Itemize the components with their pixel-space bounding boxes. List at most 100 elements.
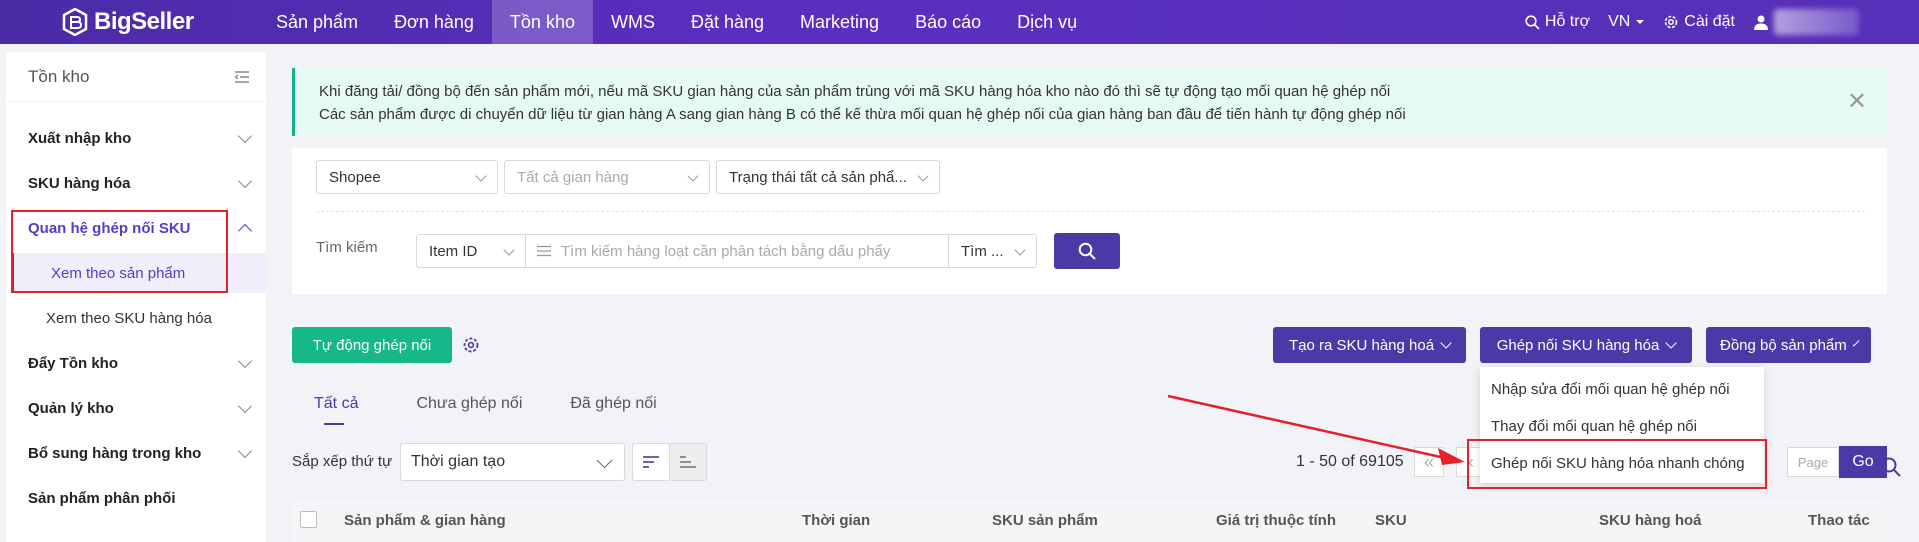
sort-desc-icon (643, 456, 659, 468)
status-value: Trạng thái tất cả sản phẩ... (729, 168, 907, 186)
nav-marketing[interactable]: Marketing (782, 0, 897, 44)
info-notice: Khi đăng tải/ đồng bộ đến sản phẩm mới, … (292, 68, 1887, 136)
nav-wms[interactable]: WMS (593, 0, 673, 44)
search-mode-select[interactable]: Tìm ... (948, 234, 1037, 268)
sidebar-item-warehouse-management[interactable]: Quản lý kho (6, 388, 266, 428)
match-sku-dropdown: Nhập sửa đổi mối quan hệ ghép nối Thay đ… (1480, 367, 1764, 483)
chevron-down-icon (237, 398, 253, 413)
store-select[interactable]: Tất cả gian hàng (504, 160, 710, 194)
sort-asc-button[interactable] (669, 443, 707, 481)
chevron-down-icon (1014, 244, 1026, 256)
tab-all[interactable]: Tất cả (292, 383, 380, 429)
bigseller-logo-icon (62, 8, 88, 36)
sidebar-item-label: Xuất nhập kho (28, 129, 132, 147)
dropdown-item-quick-match-sku[interactable]: Ghép nối SKU hàng hóa nhanh chóng (1480, 445, 1764, 482)
chevron-down-icon (1852, 339, 1860, 347)
gear-icon[interactable] (462, 336, 480, 354)
column-header-product-sku: SKU sản phẩm (992, 512, 1098, 529)
sidebar-title: Tồn kho (28, 66, 90, 86)
platform-select[interactable]: Shopee (316, 160, 498, 194)
dropdown-item-import-edit-mapping[interactable]: Nhập sửa đổi mối quan hệ ghép nối (1480, 371, 1764, 408)
settings-link[interactable]: Cài đặt (1663, 13, 1735, 31)
filter-divider (316, 211, 1865, 212)
chevron-down-icon (596, 452, 613, 469)
language-label: VN (1608, 13, 1631, 30)
collapse-menu-icon[interactable] (234, 70, 250, 84)
nav-inventory[interactable]: Tồn kho (491, 0, 593, 44)
select-all-checkbox[interactable] (300, 511, 317, 528)
platform-value: Shopee (329, 168, 381, 186)
nav-reports[interactable]: Báo cáo (897, 0, 999, 44)
search-field-value: Item ID (429, 242, 478, 260)
status-select[interactable]: Trạng thái tất cả sản phẩ... (716, 160, 940, 194)
sidebar-item-merchant-sku[interactable]: SKU hàng hóa (6, 163, 266, 203)
sort-asc-icon (680, 456, 696, 468)
main-nav: Sản phẩm Đơn hàng Tồn kho WMS Đặt hàng M… (258, 0, 1095, 44)
sync-products-label: Đồng bộ sản phẩm (1720, 336, 1847, 354)
notice-line-2: Các sản phẩm được di chuyển dữ liệu từ g… (319, 106, 1406, 123)
sort-label: Sắp xếp thứ tự (292, 453, 393, 470)
zoom-search-icon[interactable] (1880, 456, 1902, 478)
filter-panel: Shopee Tất cả gian hàng Trạng thái tất c… (292, 148, 1887, 294)
nav-products[interactable]: Sản phẩm (258, 0, 376, 44)
list-icon (537, 245, 551, 257)
user-icon (1754, 15, 1768, 30)
nav-orders[interactable]: Đơn hàng (376, 0, 492, 44)
sidebar: Tồn kho Xuất nhập kho SKU hàng hóa Quan … (6, 52, 266, 542)
support-label: Hỗ trợ (1544, 13, 1591, 30)
search-button[interactable] (1054, 233, 1120, 269)
sync-products-button[interactable]: Đồng bộ sản phẩm (1706, 327, 1871, 363)
sidebar-item-label: Quan hệ ghép nối SKU (28, 219, 191, 237)
sidebar-item-stock-io[interactable]: Xuất nhập kho (6, 118, 266, 158)
sort-desc-button[interactable] (632, 443, 670, 481)
page-number-input[interactable]: Page (1787, 447, 1839, 477)
chevron-down-icon (503, 244, 515, 256)
sidebar-item-label: Quản lý kho (28, 399, 114, 417)
chevron-down-icon (687, 170, 699, 182)
auto-match-button[interactable]: Tự động ghép nối (292, 327, 452, 363)
dropdown-item-change-mapping[interactable]: Thay đổi mối quan hệ ghép nối (1480, 408, 1764, 445)
sidebar-item-distribution-products[interactable]: Sản phẩm phân phối (6, 478, 266, 518)
column-header-product-store: Sản phẩm & gian hàng (344, 512, 506, 529)
notice-line-1: Khi đăng tải/ đồng bộ đến sản phẩm mới, … (319, 83, 1391, 100)
annotation-arrow-icon (1167, 394, 1465, 465)
sidebar-header: Tồn kho (6, 52, 266, 102)
match-sku-label: Ghép nối SKU hàng hóa (1496, 336, 1660, 354)
user-menu[interactable] (1753, 9, 1859, 35)
chevron-down-icon (237, 128, 253, 143)
nav-services[interactable]: Dịch vụ (999, 0, 1095, 44)
language-selector[interactable]: VN (1608, 13, 1645, 31)
column-header-merchant-sku: SKU hàng hoá (1599, 512, 1702, 529)
chevron-down-icon (1665, 337, 1677, 349)
tab-unmatched[interactable]: Chưa ghép nối (394, 383, 544, 429)
column-header-sku: SKU (1375, 512, 1407, 529)
create-sku-label: Tạo ra SKU hàng hoá (1288, 336, 1435, 354)
sidebar-item-view-by-product[interactable]: Xem theo sản phẩm (11, 253, 266, 293)
support-link[interactable]: Hỗ trợ (1525, 13, 1590, 31)
search-field-select[interactable]: Item ID (416, 234, 526, 268)
column-header-actions: Thao tác (1808, 512, 1870, 529)
create-sku-button[interactable]: Tạo ra SKU hàng hoá (1273, 327, 1466, 363)
search-icon (1525, 14, 1540, 30)
chevron-down-icon (917, 170, 929, 182)
sidebar-item-view-by-merchant-sku[interactable]: Xem theo SKU hàng hóa (6, 298, 266, 338)
close-icon[interactable]: ✕ (1847, 90, 1867, 114)
sidebar-item-replenishment[interactable]: Bổ sung hàng trong kho (6, 433, 266, 473)
match-sku-button[interactable]: Ghép nối SKU hàng hóa (1480, 327, 1692, 363)
brand-logo[interactable]: BigSeller (62, 8, 194, 36)
status-tabs: Tất cả Chưa ghép nối Đã ghép nối (292, 383, 679, 429)
store-placeholder: Tất cả gian hàng (517, 168, 629, 186)
sidebar-item-sku-mapping[interactable]: Quan hệ ghép nối SKU (6, 208, 266, 248)
tab-matched[interactable]: Đã ghép nối (548, 383, 678, 429)
search-icon (1078, 242, 1096, 260)
sidebar-item-push-stock[interactable]: Đẩy Tồn kho (6, 343, 266, 383)
chevron-down-icon (237, 353, 253, 368)
search-input[interactable]: Tìm kiếm hàng loạt cần phân tách bằng dấ… (525, 234, 949, 268)
nav-purchase[interactable]: Đặt hàng (673, 0, 782, 44)
sort-value: Thời gian tạo (411, 453, 506, 470)
search-label: Tìm kiếm (316, 239, 378, 256)
sidebar-item-label: SKU hàng hóa (28, 174, 131, 192)
user-name-redacted (1774, 9, 1859, 35)
sidebar-item-label: Xem theo SKU hàng hóa (46, 309, 212, 327)
sort-select[interactable]: Thời gian tạo (400, 443, 625, 481)
